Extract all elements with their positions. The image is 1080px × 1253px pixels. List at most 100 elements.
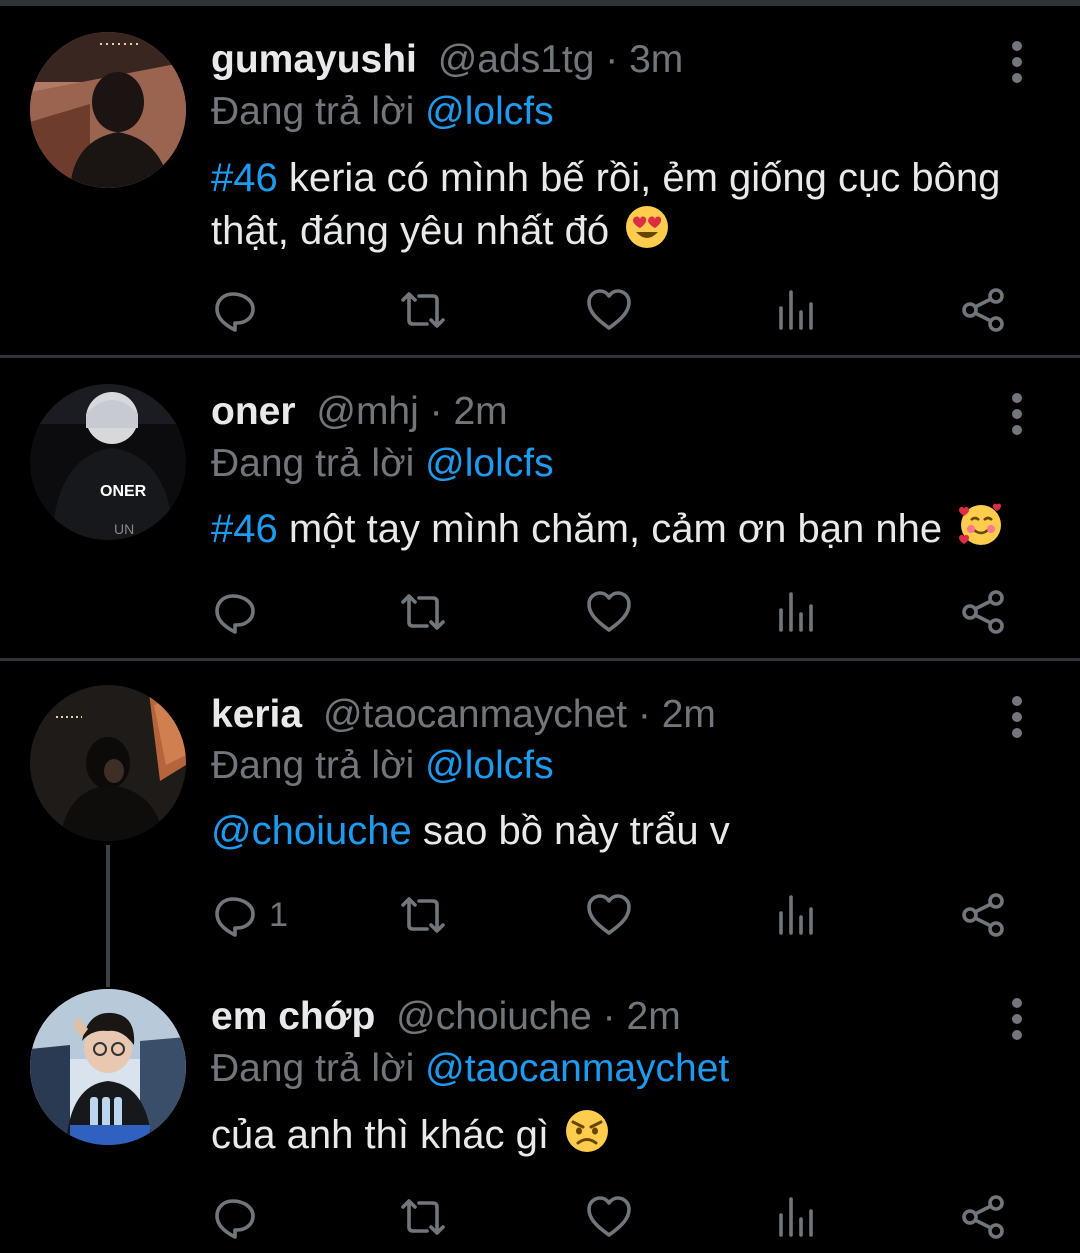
heart-icon [585,891,633,939]
reply-icon [211,286,259,334]
retweet-icon [395,286,451,334]
views-icon [773,1193,821,1241]
tweet-body: keria có mình bế rồi, ẻm giống cục bông … [211,156,1001,253]
smiling-hearts-emoji [959,503,1002,545]
like-button[interactable] [585,588,633,636]
svg-text:UN: UN [114,521,134,537]
hashtag-link[interactable]: #46 [211,156,278,200]
angry-face-emoji [566,1110,609,1152]
tweet-body: sao bồ này trẩu v [411,809,730,853]
views-icon [773,588,821,636]
tweet-3[interactable]: keria @taocanmaychet · 2m Đang trả lời @… [0,661,1080,987]
avatar[interactable] [30,989,186,1145]
reply-context: Đang trả lời @lolcfs [211,90,554,134]
reply-to-link[interactable]: @taocanmaychet [425,1047,729,1090]
action-bar [211,286,1011,334]
reply-to-link[interactable]: @lolcfs [425,90,553,133]
reply-context: Đang trả lời @lolcfs [211,744,554,788]
action-bar [211,588,1011,636]
reply-prefix: Đang trả lời [211,1047,415,1090]
display-name[interactable]: gumayushi [211,38,417,81]
retweet-icon [395,588,451,636]
reply-button[interactable] [211,286,259,334]
tweet-body: một tay mình chăm, cảm ơn bạn nhe [277,507,943,551]
views-button[interactable] [773,891,821,939]
handle[interactable]: @taocanmaychet [323,693,627,736]
handle[interactable]: @choiuche [396,995,592,1038]
share-icon [959,286,1007,334]
retweet-button[interactable] [395,1193,451,1241]
tweet-header: em chớp @choiuche · 2m [211,995,681,1039]
reply-prefix: Đang trả lời [211,442,415,485]
share-button[interactable] [959,286,1007,334]
more-vertical-icon[interactable] [1002,392,1032,436]
avatar[interactable] [30,32,186,188]
timestamp[interactable]: 2m [453,390,507,433]
views-button[interactable] [773,1193,821,1241]
separator: · [602,995,616,1038]
mention-link[interactable]: @choiuche [211,809,412,853]
tweet-text: của anh thì khác gì [211,1108,1051,1161]
tweet-4[interactable]: em chớp @choiuche · 2m Đang trả lời @tao… [0,971,1080,1253]
share-icon [959,891,1007,939]
views-button[interactable] [773,588,821,636]
heart-eyes-emoji [626,206,669,248]
reply-to-link[interactable]: @lolcfs [425,744,553,787]
separator: · [429,390,443,433]
separator: · [637,693,651,736]
separator: · [605,38,619,81]
share-icon [959,1193,1007,1241]
tweet-body: của anh thì khác gì [211,1113,550,1157]
reply-prefix: Đang trả lời [211,90,415,133]
reply-context: Đang trả lời @lolcfs [211,442,554,486]
reply-icon [211,588,259,636]
views-icon [773,891,821,939]
tweet-2[interactable]: ONER UN oner @mhj · 2m Đang trả lời @lol… [0,358,1080,660]
tweet-text: #46 keria có mình bế rồi, ẻm giống cục b… [211,152,1051,257]
reply-icon [211,891,259,939]
hashtag-link[interactable]: #46 [211,507,278,551]
handle[interactable]: @ads1tg [438,38,595,81]
share-button[interactable] [959,588,1007,636]
action-bar [211,1193,1011,1241]
heart-icon [585,1193,633,1241]
share-button[interactable] [959,891,1007,939]
display-name[interactable]: em chớp [211,995,375,1038]
like-button[interactable] [585,891,633,939]
retweet-button[interactable] [395,286,451,334]
tweet-header: gumayushi @ads1tg · 3m [211,38,683,82]
views-button[interactable] [773,286,821,334]
reply-prefix: Đang trả lời [211,744,415,787]
reply-button[interactable]: 1 [211,891,288,939]
views-icon [773,286,821,334]
avatar-jersey-text: ONER [100,483,147,500]
timestamp[interactable]: 2m [627,995,681,1038]
retweet-icon [395,1193,451,1241]
more-vertical-icon[interactable] [1002,695,1032,739]
like-button[interactable] [585,286,633,334]
timestamp[interactable]: 3m [629,38,683,81]
reply-icon [211,1193,259,1241]
retweet-button[interactable] [395,891,451,939]
heart-icon [585,588,633,636]
action-bar: 1 [211,891,1011,939]
tweet-text: #46 một tay mình chăm, cảm ơn bạn nhe [211,502,1051,555]
retweet-icon [395,891,451,939]
share-button[interactable] [959,1193,1007,1241]
reply-button[interactable] [211,1193,259,1241]
tweet-1[interactable]: gumayushi @ads1tg · 3m Đang trả lời @lol… [0,0,1080,356]
handle[interactable]: @mhj [316,390,418,433]
more-vertical-icon[interactable] [1002,997,1032,1041]
avatar[interactable]: ONER UN [30,384,186,540]
display-name[interactable]: keria [211,693,302,736]
more-vertical-icon[interactable] [1002,40,1032,84]
heart-icon [585,286,633,334]
display-name[interactable]: oner [211,390,296,433]
timestamp[interactable]: 2m [662,693,716,736]
avatar[interactable] [30,685,186,841]
reply-to-link[interactable]: @lolcfs [425,442,553,485]
reply-button[interactable] [211,588,259,636]
tweet-header: keria @taocanmaychet · 2m [211,693,716,737]
like-button[interactable] [585,1193,633,1241]
retweet-button[interactable] [395,588,451,636]
